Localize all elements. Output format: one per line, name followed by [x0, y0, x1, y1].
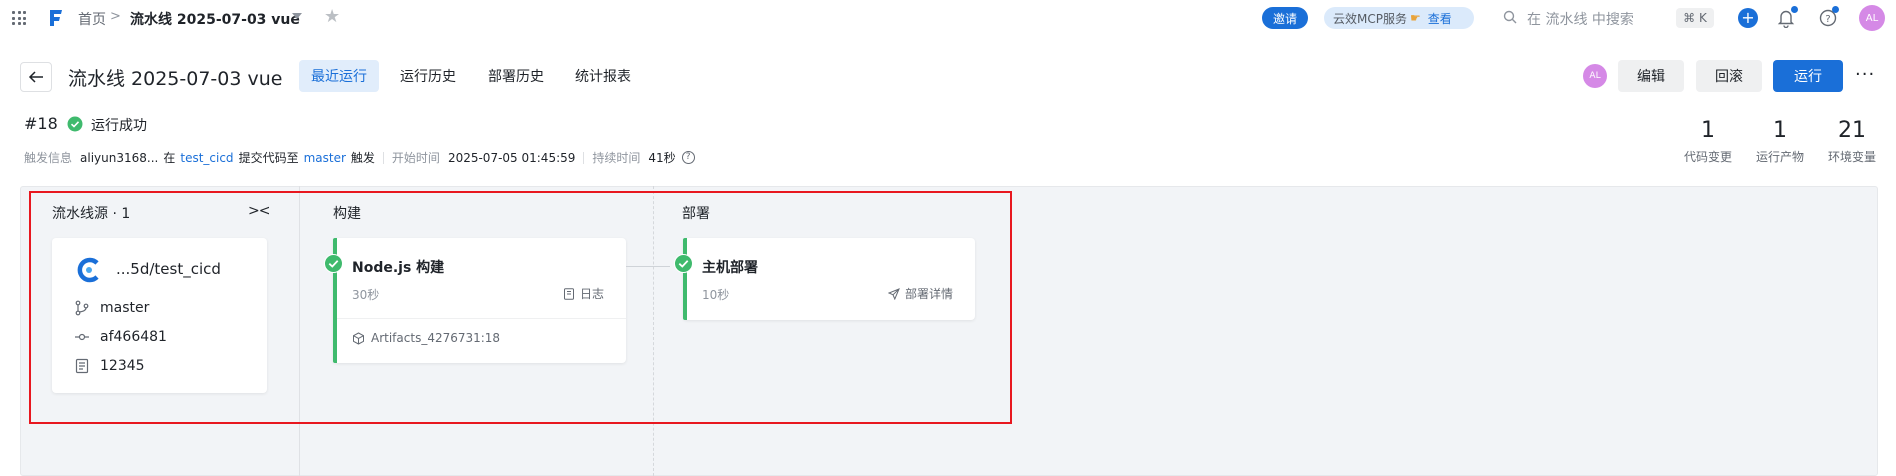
run-button[interactable]: 运行 [1773, 60, 1843, 92]
divider [382, 151, 384, 164]
breadcrumb-home[interactable]: 首页 [78, 9, 106, 29]
apps-grid-icon[interactable] [12, 11, 26, 25]
stat-value: 21 [1838, 118, 1866, 143]
start-time-label: 开始时间 [391, 151, 440, 165]
chevron-down-icon[interactable] [292, 13, 302, 19]
stat-env-vars[interactable]: 21 环境变量 [1822, 118, 1882, 165]
trigger-suffix: 触发 [350, 151, 375, 165]
notification-dot [1791, 6, 1798, 13]
yunxiao-logo-icon[interactable] [48, 8, 64, 28]
breadcrumb-current: 流水线 2025-07-03 vue [130, 12, 300, 28]
tab-statistics[interactable]: 统计报表 [563, 60, 643, 92]
stat-caption: 代码变更 [1683, 150, 1732, 164]
tab-run-history[interactable]: 运行历史 [388, 60, 468, 92]
duration: 41秒 [648, 151, 676, 165]
arrow-left-icon [28, 71, 43, 83]
more-icon[interactable]: ··· [1855, 64, 1875, 85]
search-input[interactable]: 在 流水线 中搜索 [1527, 9, 1634, 29]
duration-label: 持续时间 [592, 151, 641, 165]
trigger-in: 在 [163, 151, 176, 165]
pointing-hand-icon: ☛ [1409, 11, 1421, 25]
breadcrumb-separator: > [110, 9, 121, 24]
run-number: #18 [24, 114, 58, 133]
stat-caption: 运行产物 [1755, 150, 1804, 164]
success-check-icon [67, 116, 83, 132]
mcp-view-link[interactable]: 查看 [1428, 10, 1452, 27]
trigger-user: aliyun3168... [80, 150, 159, 165]
question-icon[interactable]: ? [681, 151, 695, 164]
highlight-box [29, 191, 1012, 424]
stat-value: 1 [1701, 118, 1715, 143]
stat-artifacts[interactable]: 1 运行产物 [1750, 118, 1810, 165]
mcp-label: 云效MCP服务 [1333, 11, 1407, 26]
tab-recent-run[interactable]: 最近运行 [299, 60, 379, 92]
trigger-repo-link[interactable]: test_cicd [180, 151, 233, 165]
back-button[interactable] [20, 62, 52, 92]
mcp-service-banner[interactable]: 云效MCP服务 ☛ 查看 [1324, 7, 1474, 29]
trigger-action: 提交代码至 [238, 151, 299, 165]
start-time: 2025-07-05 01:45:59 [447, 150, 576, 165]
tab-deploy-history[interactable]: 部署历史 [476, 60, 556, 92]
trigger-branch-link[interactable]: master [304, 151, 346, 165]
help-dot [1832, 6, 1839, 13]
invite-button[interactable]: 邀请 [1262, 7, 1308, 29]
stat-caption: 环境变量 [1827, 150, 1876, 164]
create-button[interactable]: + [1738, 8, 1758, 28]
run-status: 运行成功 [91, 118, 147, 134]
run-meta: 触发信息 aliyun3168... 在 test_cicd 提交代码至 mas… [24, 149, 695, 166]
stat-value: 1 [1773, 118, 1787, 143]
stat-code-changes[interactable]: 1 代码变更 [1678, 118, 1738, 165]
star-icon[interactable]: ★ [324, 8, 340, 26]
rollback-button[interactable]: 回滚 [1696, 60, 1762, 92]
svg-text:?: ? [1825, 14, 1830, 25]
executor-avatar: AL [1583, 64, 1607, 88]
trigger-label: 触发信息 [24, 151, 73, 165]
top-bar: 首页 > 流水线 2025-07-03 vue ★ 邀请 云效MCP服务 ☛ 查… [0, 0, 1896, 36]
page-title: 流水线 2025-07-03 vue [68, 68, 283, 90]
shortcut-hint: ⌘ K [1676, 8, 1714, 28]
divider [583, 151, 585, 164]
avatar[interactable]: AL [1859, 5, 1885, 31]
search-icon [1503, 10, 1517, 24]
edit-button[interactable]: 编辑 [1618, 60, 1684, 92]
